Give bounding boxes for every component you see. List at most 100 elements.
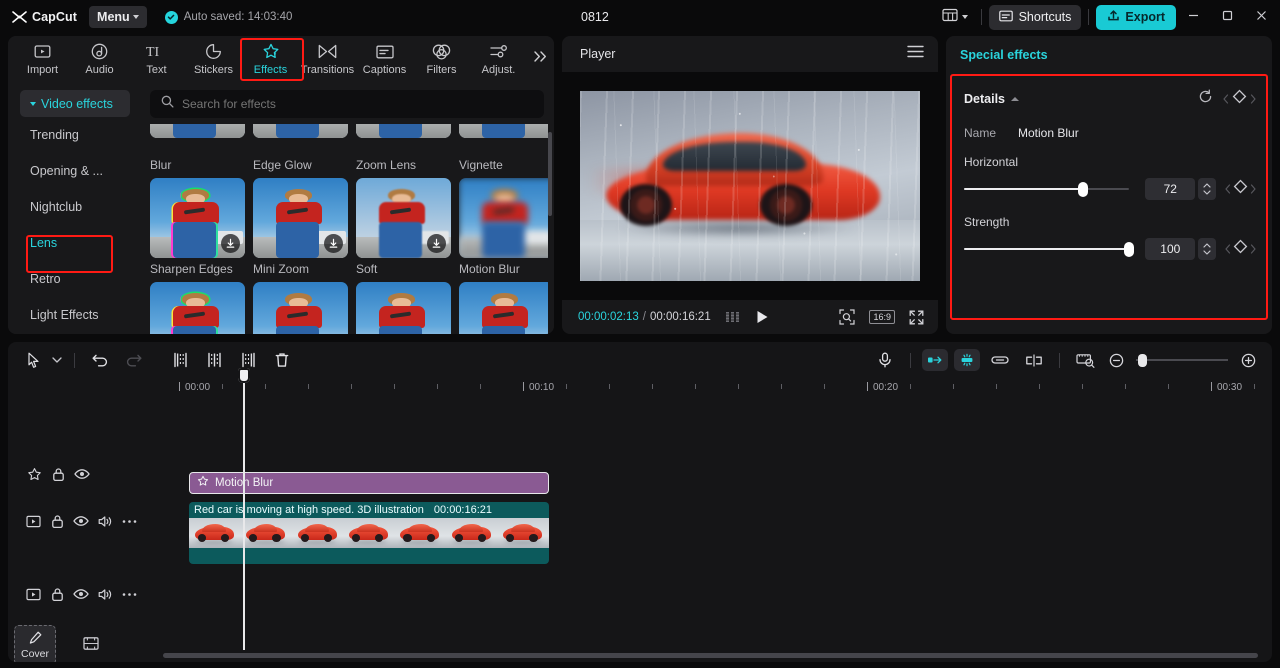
effect-cell[interactable] xyxy=(150,282,245,334)
keyframe-control-horizontal[interactable] xyxy=(1225,179,1256,199)
lock-icon[interactable] xyxy=(46,462,70,486)
effect-cell[interactable] xyxy=(253,282,348,334)
horizontal-slider[interactable] xyxy=(964,181,1130,197)
tab-adjust[interactable]: Adjust. xyxy=(470,37,527,81)
effect-cell-sharpen-edges[interactable]: Sharpen Edges xyxy=(150,178,245,276)
mirror-button[interactable] xyxy=(1017,346,1051,374)
horizontal-value-input[interactable]: 72 xyxy=(1145,178,1196,200)
volume-icon[interactable] xyxy=(93,509,117,533)
minimize-button[interactable] xyxy=(1176,0,1210,34)
playhead-handle[interactable] xyxy=(238,368,250,383)
aspect-ratio-button[interactable]: 16:9 xyxy=(869,310,895,324)
timeline-track-area[interactable]: Motion Blur Red car is moving at high sp… xyxy=(141,400,1272,662)
preview-crop-button[interactable] xyxy=(1068,346,1102,374)
sidebar-item-light-effects[interactable]: Light Effects xyxy=(8,297,142,333)
effect-cell-soft[interactable]: Soft xyxy=(356,178,451,276)
layout-button[interactable] xyxy=(936,5,974,29)
keyframe-control-details[interactable] xyxy=(1223,89,1256,109)
effects-scrollbar[interactable] xyxy=(548,132,552,216)
tab-captions[interactable]: Captions xyxy=(356,37,413,81)
eye-icon[interactable] xyxy=(70,582,94,606)
details-section-header[interactable]: Details xyxy=(964,89,1256,109)
effects-scroll-container[interactable]: Blur Edge Glow Zoom Lens Vignette Sharpe… xyxy=(150,124,548,334)
category-header-video-effects[interactable]: Video effects xyxy=(20,90,130,117)
zoom-out-button[interactable] xyxy=(1102,346,1130,374)
tab-stickers[interactable]: Stickers xyxy=(185,37,242,81)
eye-icon[interactable] xyxy=(70,462,94,486)
keyframe-control-strength[interactable] xyxy=(1225,239,1256,259)
timeline-horizontal-scrollbar[interactable] xyxy=(163,653,1258,658)
keyframe-diamond-icon[interactable] xyxy=(1233,239,1248,259)
sidebar-item-trending[interactable]: Trending xyxy=(8,117,142,153)
tab-effects[interactable]: Effects xyxy=(242,37,299,81)
search-input[interactable] xyxy=(182,97,512,111)
sidebar-item-lens[interactable]: Lens xyxy=(8,225,142,261)
sidebar-item-retro[interactable]: Retro xyxy=(8,261,142,297)
select-tool[interactable] xyxy=(20,346,48,374)
strength-slider[interactable] xyxy=(964,241,1135,257)
record-voiceover-button[interactable] xyxy=(868,346,902,374)
cover-button[interactable]: Cover xyxy=(14,625,56,662)
split-button[interactable] xyxy=(197,346,231,374)
hamburger-icon[interactable] xyxy=(907,45,924,63)
effect-cell[interactable] xyxy=(356,282,451,334)
shortcuts-button[interactable]: Shortcuts xyxy=(988,4,1082,30)
more-icon[interactable] xyxy=(117,582,141,606)
playhead[interactable] xyxy=(238,368,250,650)
volume-icon[interactable] xyxy=(93,582,117,606)
timeline-zoom-slider[interactable] xyxy=(1136,353,1228,367)
strength-stepper[interactable] xyxy=(1198,238,1216,260)
undo-button[interactable] xyxy=(83,346,117,374)
name-label: Name xyxy=(964,126,997,140)
delete-button[interactable] xyxy=(265,346,299,374)
effect-cell[interactable]: Vignette xyxy=(459,124,548,172)
fit-screen-icon[interactable] xyxy=(839,309,856,325)
download-icon[interactable] xyxy=(324,234,343,253)
redo-button[interactable] xyxy=(117,346,151,374)
eye-icon[interactable] xyxy=(70,509,94,533)
tab-audio[interactable]: Audio xyxy=(71,37,128,81)
more-icon[interactable] xyxy=(117,509,141,533)
frames-icon[interactable] xyxy=(725,311,742,323)
zoom-in-button[interactable] xyxy=(1234,346,1262,374)
download-icon[interactable] xyxy=(221,234,240,253)
effect-cell-mini-zoom[interactable]: Mini Zoom xyxy=(253,178,348,276)
time-separator: / xyxy=(642,311,646,323)
export-button[interactable]: Export xyxy=(1096,4,1176,30)
tab-text[interactable]: TI Text xyxy=(128,37,185,81)
fullscreen-icon[interactable] xyxy=(909,310,924,325)
autosave-status: Auto saved: 14:03:40 xyxy=(164,10,292,24)
split-left-button[interactable] xyxy=(163,346,197,374)
film-icon[interactable] xyxy=(83,636,99,656)
download-icon[interactable] xyxy=(427,234,446,253)
smart-tools-toggle[interactable] xyxy=(954,349,980,371)
search-box[interactable] xyxy=(150,90,544,118)
lock-icon[interactable] xyxy=(46,582,70,606)
timeline-ruler[interactable]: 00:00 00:10 00:20 00:30 xyxy=(8,378,1272,400)
effect-cell[interactable]: Zoom Lens xyxy=(356,124,451,172)
select-tool-dropdown[interactable] xyxy=(48,346,66,374)
video-preview-area[interactable] xyxy=(562,72,938,300)
tab-transitions[interactable]: Transitions xyxy=(299,37,356,81)
play-icon[interactable] xyxy=(756,310,769,324)
effect-cell-motion-blur[interactable]: Motion Blur xyxy=(459,178,548,276)
keyframe-diamond-icon[interactable] xyxy=(1232,89,1247,109)
more-tabs-button[interactable] xyxy=(527,37,553,81)
lock-icon[interactable] xyxy=(46,509,70,533)
tab-import[interactable]: Import xyxy=(14,37,71,81)
link-clips-button[interactable] xyxy=(983,346,1017,374)
strength-value-input[interactable]: 100 xyxy=(1145,238,1196,260)
auto-cut-toggle[interactable] xyxy=(922,349,948,371)
menu-button[interactable]: Menu xyxy=(89,6,147,28)
tab-filters[interactable]: Filters xyxy=(413,37,470,81)
sidebar-item-nightclub[interactable]: Nightclub xyxy=(8,189,142,225)
keyframe-diamond-icon[interactable] xyxy=(1233,179,1248,199)
reset-icon[interactable] xyxy=(1198,89,1213,109)
effect-cell[interactable] xyxy=(459,282,548,334)
close-button[interactable] xyxy=(1244,0,1278,34)
maximize-button[interactable] xyxy=(1210,0,1244,34)
effect-cell[interactable]: Blur xyxy=(150,124,245,172)
sidebar-item-opening[interactable]: Opening & ... xyxy=(8,153,142,189)
effect-cell[interactable]: Edge Glow xyxy=(253,124,348,172)
horizontal-stepper[interactable] xyxy=(1198,178,1216,200)
